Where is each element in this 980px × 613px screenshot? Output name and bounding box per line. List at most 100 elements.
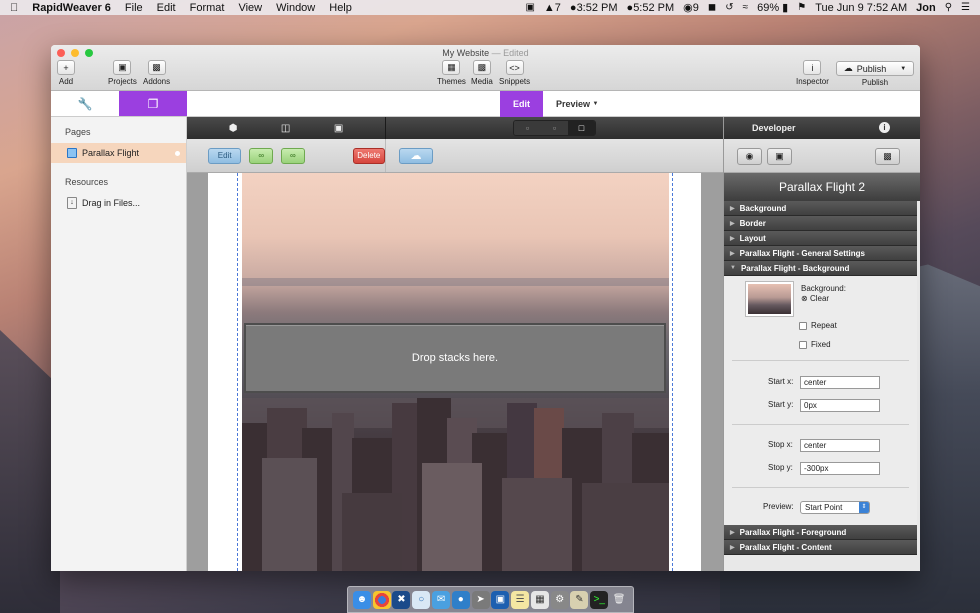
menubar-datetime[interactable]: Tue Jun 9 7:52 AM [815, 2, 907, 14]
stop-y-field[interactable]: -300px [800, 462, 880, 475]
chevron-down-icon: ▼ [592, 101, 599, 107]
battery-status[interactable]: 69% ▮ [757, 1, 788, 14]
projects-button[interactable]: ▣ Projects [108, 60, 137, 86]
terminal-icon[interactable]: >_ [590, 590, 609, 609]
stop-y-label: Stop y: [768, 463, 793, 472]
unlink-button[interactable]: ∞ [281, 147, 305, 164]
add-button[interactable]: + Add [57, 60, 75, 86]
lock-button[interactable]: ▣ [767, 148, 792, 165]
menu-format[interactable]: Format [190, 2, 225, 14]
divider [732, 487, 909, 488]
rocket-icon[interactable]: ➤ [471, 590, 490, 609]
menu-file[interactable]: File [125, 2, 143, 14]
publish-button[interactable]: ☁ Publish ▼ [836, 61, 914, 76]
unlink-icon: ∞ [289, 151, 296, 160]
view-medium-button[interactable]: ▫ [541, 121, 568, 135]
menu-view[interactable]: View [238, 2, 262, 14]
themes-icon: ▦ [442, 60, 461, 75]
delete-button[interactable]: Delete [352, 147, 386, 164]
inspector-label: Inspector [796, 77, 829, 86]
calendar-icon[interactable]: ▦ [530, 590, 549, 609]
stack-action-bar: Edit ∞ ∞ Delete ☁ [187, 139, 723, 173]
fixed-checkbox[interactable] [799, 341, 807, 349]
script-editor-icon[interactable]: ✎ [570, 590, 589, 609]
stop-x-field[interactable]: center [800, 439, 880, 452]
section-parallax-content[interactable]: ▶ Parallax Flight - Content [724, 540, 917, 555]
divider [732, 360, 909, 361]
section-border[interactable]: ▶ Border [724, 216, 917, 231]
snippets-button[interactable]: <> Snippets [499, 60, 530, 86]
view-outline-button[interactable]: ▫ [514, 121, 541, 135]
start-y-field[interactable]: 0px [800, 399, 880, 412]
clock-1[interactable]: ●3:52 PM [570, 2, 618, 14]
edit-stack-button[interactable]: Edit [208, 147, 242, 164]
updown-icon: ⇕ [859, 502, 869, 513]
background-image-well[interactable] [746, 282, 793, 316]
tab-preview[interactable]: Preview ▼ [543, 91, 612, 117]
disclosure-down-icon: ▼ [730, 265, 736, 271]
drag-in-files[interactable]: ↓ Drag in Files... [51, 193, 186, 213]
start-x-field[interactable]: center [800, 376, 880, 389]
tab-edit[interactable]: Edit [500, 91, 543, 117]
notifications-icon[interactable]: ☰ [961, 2, 970, 13]
media-button[interactable]: ▩ Media [471, 60, 493, 86]
section-general-settings[interactable]: ▶ Parallax Flight - General Settings [724, 246, 917, 261]
window-title-text: My Website [442, 48, 490, 58]
tab-pages[interactable]: ❐ [119, 91, 187, 116]
messages-icon[interactable]: ○ [412, 590, 431, 609]
section-layout[interactable]: ▶ Layout [724, 231, 917, 246]
sync-icon[interactable]: ◉9 [683, 1, 699, 14]
menu-help[interactable]: Help [329, 2, 352, 14]
section-parallax-background[interactable]: ▼ Parallax Flight - Background [724, 261, 917, 276]
inspector-button[interactable]: i Inspector [796, 60, 829, 86]
image-icon[interactable]: ▣ [334, 123, 343, 134]
stack-drop-zone[interactable]: Drop stacks here. [244, 323, 666, 393]
mail-icon[interactable]: ✉ [432, 590, 451, 609]
section-label: Parallax Flight - Foreground [739, 527, 847, 537]
droplet-app-icon[interactable]: ● [451, 590, 470, 609]
chrome-icon[interactable] [372, 590, 391, 609]
flag-icon[interactable]: ⚑ [797, 2, 806, 13]
cube-icon[interactable]: ⬢ [229, 123, 238, 134]
add-label: Add [58, 77, 74, 86]
section-label: Layout [739, 233, 766, 243]
layout-icon[interactable]: ◫ [281, 123, 290, 134]
system-preferences-icon[interactable]: ⚙ [550, 590, 569, 609]
menu-edit[interactable]: Edit [157, 2, 176, 14]
addons-button[interactable]: ▩ Addons [143, 60, 170, 86]
repeat-checkbox[interactable] [799, 322, 807, 330]
wifi-icon[interactable]: ≈ [743, 2, 749, 13]
inspector-tools: ◉ ▣ ▩ [724, 139, 920, 173]
screen-icon[interactable]: ▣ [525, 2, 534, 13]
timemachine-icon[interactable]: ↺ [725, 2, 733, 13]
tab-settings[interactable]: 🔧 [51, 91, 119, 116]
themes-button[interactable]: ▦ Themes [437, 60, 466, 86]
start-x-label: Start x: [768, 377, 794, 386]
notes-icon[interactable]: ☰ [511, 590, 530, 609]
adobe-icon[interactable]: ▲7 [544, 2, 561, 14]
pig-icon[interactable]: ◼ [708, 2, 716, 13]
stack-library-button[interactable]: ▩ [875, 148, 900, 165]
eye-button[interactable]: ◉ [737, 148, 762, 165]
menu-app-name[interactable]: RapidWeaver 6 [32, 2, 111, 14]
sidebar-item-parallax-flight[interactable]: Parallax Flight [51, 143, 186, 163]
clock-2[interactable]: ●5:52 PM [627, 2, 675, 14]
section-parallax-foreground[interactable]: ▶ Parallax Flight - Foreground [724, 525, 917, 540]
menubar:  RapidWeaver 6 File Edit Format View Wi… [0, 0, 980, 15]
cloud-button[interactable]: ☁ [399, 147, 433, 164]
section-background[interactable]: ▶ Background [724, 201, 917, 216]
trash-icon[interactable]: 🗑 [610, 591, 628, 609]
spotlight-icon[interactable]: ⚲ [945, 2, 952, 13]
view-full-button[interactable]: □ [568, 121, 595, 135]
chevron-down-icon[interactable]: ▼ [900, 66, 906, 72]
clear-background-button[interactable]: ⊗ Clear [801, 294, 829, 303]
menu-window[interactable]: Window [276, 2, 315, 14]
finder-icon[interactable]: ☻ [352, 590, 371, 609]
link-button[interactable]: ∞ [249, 147, 273, 164]
info-icon[interactable]: i [879, 122, 890, 133]
menubar-user[interactable]: Jon [916, 2, 936, 14]
rapidweaver-icon[interactable]: ▣ [491, 590, 510, 609]
xcode-icon[interactable]: ✖ [392, 590, 411, 609]
apple-icon[interactable]:  [10, 2, 18, 14]
preview-select[interactable]: Start Point ⇕ [800, 501, 870, 514]
